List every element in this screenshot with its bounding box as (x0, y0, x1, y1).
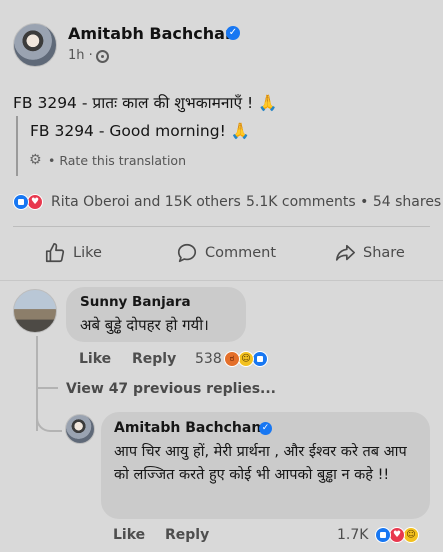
post-time[interactable]: 1h (68, 48, 85, 63)
like-reaction-icon (375, 527, 391, 543)
translated-text: FB 3294 - Good morning! 🙏 (30, 122, 250, 140)
haha-reaction-icon: ☺ (403, 527, 419, 543)
reply-reaction-count[interactable]: 1.7K (337, 527, 368, 543)
love-reaction-icon: ♥ (27, 194, 43, 210)
commenter-avatar[interactable] (13, 289, 57, 333)
like-label: Like (73, 245, 102, 261)
comment-author-name[interactable]: Sunny Banjara (80, 294, 191, 310)
post-text-content: FB 3294 - प्रातः काल की शुभकामनाएँ ! (13, 94, 254, 112)
gear-icon[interactable]: ⚙ (29, 152, 42, 168)
reply-text: आप चिर आयु हों, मेरी प्रार्थना , और ईश्व… (114, 444, 407, 483)
translation-divider (16, 116, 18, 176)
share-arrow-icon (335, 244, 355, 261)
view-previous-replies-link[interactable]: View 47 previous replies... (66, 381, 276, 397)
post-text: FB 3294 - प्रातः काल की शुभकामनाएँ ! 🙏 (13, 91, 278, 113)
like-button[interactable]: Like (44, 240, 102, 266)
like-reaction-icon (252, 351, 268, 367)
reactions-summary[interactable]: Rita Oberoi and 15K others (51, 194, 241, 210)
comment-label: Comment (205, 245, 277, 261)
translated-text-content: FB 3294 - Good morning! (30, 122, 226, 140)
comment-like-button[interactable]: Like (79, 351, 111, 367)
share-button[interactable]: Share (334, 240, 405, 266)
meta-separator: · (88, 48, 93, 63)
verified-badge-icon: ✓ (226, 26, 240, 40)
globe-icon (96, 50, 109, 63)
comment-reaction-count[interactable]: 538 (195, 351, 222, 367)
post-timestamp[interactable]: 1h · (68, 48, 93, 63)
love-reaction-icon: ♥ (389, 527, 405, 543)
angry-reaction-icon: ಠ (224, 351, 240, 367)
reply-like-button[interactable]: Like (113, 527, 145, 543)
thread-line-branch (36, 387, 58, 389)
divider (13, 226, 430, 227)
comment-button[interactable]: Comment (176, 240, 276, 266)
reply-reply-button[interactable]: Reply (165, 527, 209, 543)
section-separator (0, 280, 443, 281)
share-label: Share (363, 245, 405, 261)
praying-hands-emoji: 🙏 (258, 94, 278, 112)
like-reaction-icon (13, 194, 29, 210)
author-avatar[interactable] (13, 23, 57, 67)
comment-reply-button[interactable]: Reply (132, 351, 176, 367)
thumbs-up-icon (45, 243, 65, 263)
rate-translation-label[interactable]: Rate this translation (59, 153, 186, 168)
haha-reaction-icon: ☺ (238, 351, 254, 367)
comments-shares-count[interactable]: 5.1K comments • 54 shares (246, 194, 441, 210)
rate-separator: • (48, 153, 56, 168)
rate-translation-link[interactable]: • Rate this translation (48, 153, 186, 168)
comment-text: अबे बुड्ढे दोपहर हो गयी। (80, 316, 209, 334)
post-author-name[interactable]: Amitabh Bachchan (68, 24, 236, 43)
speech-bubble-icon (177, 243, 197, 263)
thread-line-curve (36, 404, 62, 432)
verified-badge-icon: ✓ (259, 422, 272, 435)
praying-hands-emoji: 🙏 (230, 122, 251, 140)
reply-author-name[interactable]: Amitabh Bachchan (114, 420, 261, 436)
reply-author-avatar[interactable] (65, 414, 95, 444)
